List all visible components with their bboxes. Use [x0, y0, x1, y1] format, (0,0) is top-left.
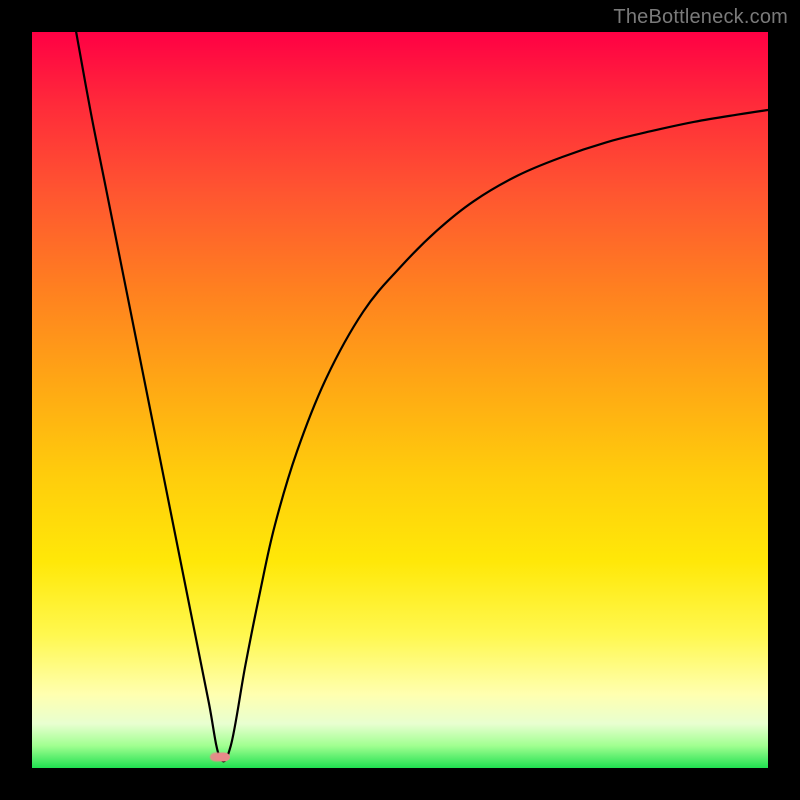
- chart-frame: TheBottleneck.com: [0, 0, 800, 800]
- min-marker-overlay: [216, 752, 230, 761]
- watermark: TheBottleneck.com: [613, 6, 788, 29]
- plot-area: [32, 32, 768, 768]
- bottleneck-curve: [32, 32, 768, 768]
